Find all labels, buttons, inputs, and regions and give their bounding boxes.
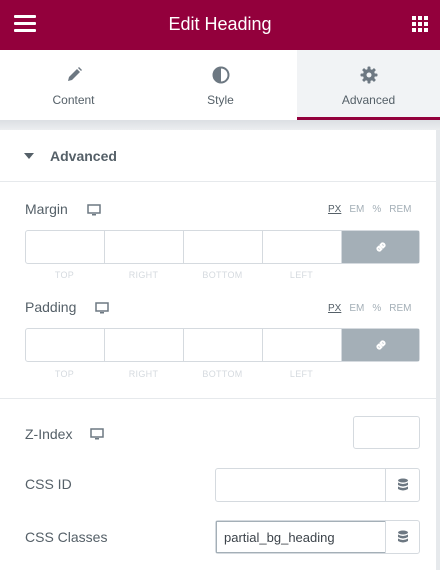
grid-icon[interactable] — [412, 16, 428, 32]
tabs-separator — [0, 120, 440, 130]
css-id-input[interactable] — [216, 469, 385, 501]
dynamic-tags-button[interactable] — [385, 521, 419, 553]
monitor-icon[interactable] — [90, 428, 104, 440]
padding-top-input[interactable] — [26, 329, 105, 361]
database-icon — [397, 478, 408, 491]
margin-units: PX EM% REM — [320, 204, 411, 215]
half-circle-icon — [212, 66, 229, 84]
side-label-right: RIGHT — [128, 270, 159, 280]
link-icon — [375, 242, 386, 252]
padding-units: PX EM% REM — [320, 303, 411, 314]
padding-label: Padding — [25, 299, 77, 315]
margin-right-input[interactable] — [105, 231, 184, 263]
side-label-bottom: BOTTOM — [202, 270, 243, 280]
margin-dimensions — [25, 230, 420, 264]
margin-link-button[interactable] — [342, 231, 419, 263]
monitor-icon[interactable] — [95, 302, 109, 314]
css-classes-input[interactable]: partial_bg_heading — [216, 521, 385, 553]
css-classes-field: partial_bg_heading — [215, 520, 420, 554]
side-label-top: TOP — [54, 369, 75, 379]
padding-side-labels: TOP RIGHT BOTTOM LEFT — [25, 369, 341, 379]
tab-content[interactable]: Content — [0, 50, 147, 120]
tab-content-label: Content — [52, 93, 95, 107]
unit-px[interactable]: PX — [328, 204, 341, 215]
side-label-bottom: BOTTOM — [202, 369, 243, 379]
dynamic-tags-button[interactable] — [385, 469, 419, 501]
unit-percent[interactable]: % — [372, 204, 381, 215]
padding-left-input[interactable] — [263, 329, 342, 361]
tab-style[interactable]: Style — [147, 50, 294, 120]
side-label-left: LEFT — [289, 270, 314, 280]
css-classes-label: CSS Classes — [25, 529, 108, 545]
margin-left-input[interactable] — [263, 231, 342, 263]
section-divider — [0, 398, 440, 399]
css-id-field — [215, 468, 420, 502]
tab-style-label: Style — [207, 93, 234, 107]
padding-dimensions — [25, 328, 420, 362]
z-index-input[interactable] — [353, 416, 420, 449]
margin-top-input[interactable] — [26, 231, 105, 263]
tab-advanced-label: Advanced — [341, 93, 396, 107]
gear-icon — [360, 66, 377, 84]
margin-bottom-input[interactable] — [184, 231, 263, 263]
panel-scrollbar[interactable] — [436, 130, 440, 570]
section-title: Advanced — [50, 148, 117, 164]
margin-side-labels: TOP RIGHT BOTTOM LEFT — [25, 270, 341, 280]
advanced-section-toggle[interactable]: Advanced — [0, 130, 440, 182]
unit-rem[interactable]: REM — [389, 204, 411, 215]
z-index-label: Z-Index — [25, 426, 73, 442]
unit-percent[interactable]: % — [372, 303, 381, 314]
database-icon — [397, 530, 408, 543]
caret-down-icon — [24, 153, 34, 159]
padding-bottom-input[interactable] — [184, 329, 263, 361]
tab-advanced[interactable]: Advanced — [297, 50, 440, 120]
monitor-icon[interactable] — [87, 204, 101, 216]
panel-tabs: Content Style Advanced — [0, 50, 440, 120]
css-id-label: CSS ID — [25, 476, 72, 492]
unit-em[interactable]: EM — [349, 303, 364, 314]
unit-px[interactable]: PX — [328, 303, 341, 314]
pencil-icon — [67, 67, 82, 81]
side-label-right: RIGHT — [128, 369, 159, 379]
side-label-left: LEFT — [289, 369, 314, 379]
padding-right-input[interactable] — [105, 329, 184, 361]
margin-label: Margin — [25, 201, 68, 217]
padding-link-button[interactable] — [342, 329, 419, 361]
link-icon — [375, 340, 386, 350]
unit-rem[interactable]: REM — [389, 303, 411, 314]
unit-em[interactable]: EM — [349, 204, 364, 215]
panel-title: Edit Heading — [168, 14, 272, 34]
panel-header: Edit Heading — [0, 0, 440, 50]
side-label-top: TOP — [54, 270, 75, 280]
